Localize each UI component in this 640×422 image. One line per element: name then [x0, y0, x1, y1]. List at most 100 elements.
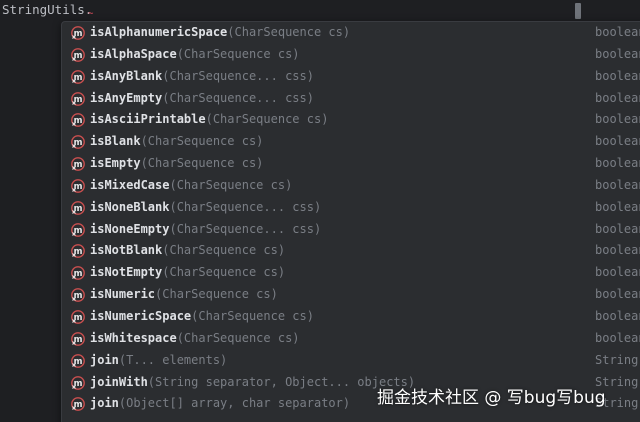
method-params: (CharSequence cs) [162, 243, 286, 258]
return-type: boolean [595, 112, 640, 127]
method-name: isNotBlank [90, 243, 163, 258]
completion-item[interactable]: m isEmpty(CharSequence cs) boolean [62, 153, 640, 175]
method-icon: m [71, 91, 85, 106]
method-icon: m [71, 353, 85, 368]
method-icon: m [71, 26, 85, 40]
method-name: isWhitespace [90, 330, 177, 345]
method-name: isAlphaSpace [90, 46, 177, 61]
return-type: boolean [595, 90, 640, 105]
method-icon: m [71, 331, 85, 346]
method-icon: m [71, 288, 85, 303]
completion-list[interactable]: m isAlphanumericSpace(CharSequence cs) boo… [62, 22, 640, 415]
method-params: (CharSequence cs) [205, 112, 329, 127]
method-name: isNoneEmpty [90, 221, 170, 236]
return-type: boolean [595, 25, 640, 39]
completion-item[interactable]: m isNotBlank(CharSequence cs) boolean [62, 240, 640, 262]
method-signature: isNotBlank(CharSequence cs) [90, 240, 285, 262]
code-editor[interactable]: StringUtils. ~ m isAlphanumericSpace(Char… [0, 0, 640, 422]
return-type: boolean [595, 46, 640, 61]
error-squiggle: ~ [88, 9, 94, 19]
method-signature: isNumericSpace(CharSequence cs) [90, 306, 314, 328]
completion-item[interactable]: m isAsciiPrintable(CharSequence cs) boolea… [62, 109, 640, 131]
method-name: isEmpty [90, 156, 141, 171]
method-params: (CharSequence cs) [162, 265, 286, 280]
method-signature: joinWith(String separator, Object... obj… [90, 372, 415, 394]
method-signature: join(Object[] array, char separator) [90, 393, 350, 415]
completion-item[interactable]: m isNotEmpty(CharSequence cs) boolean [62, 262, 640, 284]
return-type: boolean [595, 199, 640, 214]
return-type: String [595, 352, 639, 367]
method-name: isNotEmpty [90, 265, 163, 280]
method-name: isAlphanumericSpace [90, 25, 228, 39]
method-signature: isAlphaSpace(CharSequence cs) [90, 44, 300, 66]
method-params: (CharSequence... css) [162, 90, 314, 105]
method-name: isNumeric [90, 287, 156, 302]
method-signature: isNumeric(CharSequence cs) [90, 284, 278, 306]
method-icon: m [71, 266, 85, 281]
method-params: (CharSequence cs) [155, 287, 278, 302]
completion-item[interactable]: m isNumericSpace(CharSequence cs) boolean [62, 306, 640, 328]
method-signature: isNoneEmpty(CharSequence... css) [90, 219, 321, 241]
completion-item[interactable]: m isNoneEmpty(CharSequence... css) boolean [62, 219, 640, 241]
return-type: boolean [595, 68, 640, 83]
return-type: boolean [595, 156, 640, 171]
method-name: isAnyBlank [90, 68, 163, 83]
return-type: boolean [595, 177, 640, 192]
return-type: boolean [595, 134, 640, 149]
method-signature: isBlank(CharSequence cs) [90, 131, 263, 153]
method-icon: m [71, 222, 85, 237]
method-name: isAsciiPrintable [90, 112, 206, 127]
method-icon: m [71, 113, 85, 128]
return-type: boolean [595, 308, 640, 323]
completion-popup[interactable]: m isAlphanumericSpace(CharSequence cs) boo… [61, 21, 640, 422]
method-signature: isNotEmpty(CharSequence cs) [90, 262, 285, 284]
method-signature: isAsciiPrintable(CharSequence cs) [90, 109, 328, 131]
method-name: isNoneBlank [90, 199, 170, 214]
completion-item[interactable]: m isWhitespace(CharSequence cs) boolean [62, 328, 640, 350]
method-signature: isAlphanumericSpace(CharSequence cs) [90, 22, 350, 44]
completion-item[interactable]: m isNoneBlank(CharSequence... css) boolean [62, 197, 640, 219]
completion-item[interactable]: m isBlank(CharSequence cs) boolean [62, 131, 640, 153]
method-params: (CharSequence cs) [191, 308, 314, 323]
completion-item[interactable]: m join(T... elements) String [62, 350, 640, 372]
method-name: joinWith [90, 374, 148, 389]
return-type: boolean [595, 243, 640, 258]
method-params: (CharSequence cs) [176, 330, 300, 345]
method-icon: m [71, 200, 85, 215]
completion-item[interactable]: m isAnyBlank(CharSequence... css) boolean [62, 66, 640, 88]
method-params: (CharSequence cs) [140, 156, 264, 171]
completion-item[interactable]: m isAlphanumericSpace(CharSequence cs) boo… [62, 22, 640, 44]
method-name: join [90, 352, 119, 367]
method-icon: m [71, 135, 85, 150]
method-signature: isNoneBlank(CharSequence... css) [90, 197, 321, 219]
method-icon: m [71, 244, 85, 259]
method-icon: m [71, 179, 85, 193]
method-params: (T... elements) [118, 352, 228, 367]
method-name: isBlank [90, 134, 141, 149]
completion-item[interactable]: m isNumeric(CharSequence cs) boolean [62, 284, 640, 306]
completion-item[interactable]: m isAnyEmpty(CharSequence... css) boolean [62, 88, 640, 110]
method-icon: m [71, 397, 85, 412]
method-icon: m [71, 375, 85, 390]
method-signature: isAnyBlank(CharSequence... css) [90, 66, 314, 88]
completion-item[interactable]: m isAlphaSpace(CharSequence cs) boolean [62, 44, 640, 66]
scrollbar-marker[interactable] [575, 3, 581, 19]
method-params: (Object[] array, char separator) [118, 396, 351, 411]
method-icon: m [71, 47, 85, 62]
return-type: boolean [595, 330, 640, 345]
method-params: (CharSequence cs) [140, 134, 264, 149]
method-name: isNumericSpace [90, 308, 192, 323]
return-type: boolean [595, 287, 640, 302]
method-params: (CharSequence cs) [176, 46, 300, 61]
method-name: isAnyEmpty [90, 90, 163, 105]
method-icon: m [71, 157, 85, 171]
method-params: (String separator, Object... objects) [147, 374, 416, 389]
completion-item[interactable]: m isMixedCase(CharSequence cs) boolean [62, 175, 640, 197]
method-icon: m [71, 69, 85, 84]
method-icon: m [71, 310, 85, 324]
method-params: (CharSequence cs) [227, 25, 351, 39]
code-line[interactable]: StringUtils. [2, 1, 92, 19]
method-params: (CharSequence... css) [169, 221, 322, 236]
method-params: (CharSequence... css) [169, 199, 322, 214]
watermark: 掘金技术社区 @ 写bug写bug [377, 388, 606, 408]
